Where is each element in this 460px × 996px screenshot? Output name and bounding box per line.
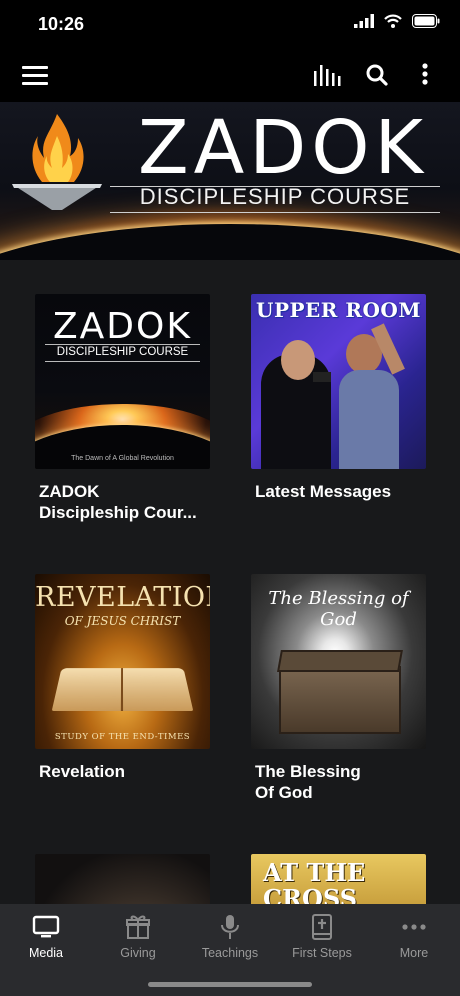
media-thumbnail: REVELATION OF JESUS CHRIST STUDY OF THE … (35, 574, 210, 749)
status-time: 10:26 (38, 14, 85, 34)
microphone-icon (221, 915, 239, 939)
tab-more[interactable]: More (368, 912, 460, 960)
equalizer-icon[interactable] (313, 62, 341, 88)
media-card-latest-messages[interactable]: UPPER ROOM Latest Messages (251, 294, 426, 502)
thumb-title: AT THE CROSS (263, 858, 366, 905)
banner-subtitle: DISCIPLESHIP COURSE (139, 184, 411, 209)
more-vertical-icon[interactable] (420, 62, 430, 88)
media-thumbnail: The Blessing of God (251, 574, 426, 749)
media-grid: ZADOK DISCIPLESHIP COURSE The Dawn of A … (0, 260, 460, 904)
media-thumbnail: ZADOK DISCIPLESHIP COURSE The Dawn of A … (35, 294, 210, 469)
thumb-subtitle: DISCIPLESHIP COURSE (56, 346, 189, 358)
home-indicator (148, 982, 312, 987)
tab-label: First Steps (292, 946, 352, 960)
tab-giving[interactable]: Giving (92, 912, 184, 960)
hero-banner[interactable]: ZADOK DISCIPLESHIP COURSE (0, 102, 460, 260)
media-thumbnail (35, 854, 210, 904)
top-app-bar (0, 50, 460, 102)
media-thumbnail: AT THE CROSS (251, 854, 426, 904)
media-card-title: Revelation (39, 762, 125, 781)
media-card-5[interactable] (35, 854, 210, 904)
media-card-zadok[interactable]: ZADOK DISCIPLESHIP COURSE The Dawn of A … (35, 294, 210, 523)
status-bar: 10:26 (0, 0, 460, 50)
media-card-blessing-of-god[interactable]: The Blessing of God The Blessing Of God (251, 574, 426, 803)
battery-icon (412, 14, 440, 28)
status-icons (354, 14, 440, 28)
tv-icon (32, 915, 60, 938)
bible-icon (312, 914, 332, 940)
media-card-title: ZADOK Discipleship Cour... (39, 482, 197, 522)
thumb-title: The Blessing of God (268, 588, 409, 630)
thumb-title: ZADOK (53, 306, 192, 347)
media-card-title: The Blessing Of God (255, 762, 361, 802)
hamburger-icon[interactable] (22, 66, 48, 86)
thumb-title: REVELATION (35, 582, 210, 613)
more-horizontal-icon (402, 924, 426, 930)
search-icon[interactable] (365, 62, 389, 88)
wifi-icon (384, 14, 402, 28)
flame-logo (12, 114, 102, 210)
tab-label: More (399, 946, 429, 960)
thumb-subtitle: OF JESUS CHRIST (64, 614, 181, 628)
banner-rule-bottom (110, 212, 440, 213)
tab-media[interactable]: Media (0, 912, 92, 960)
thumb-tagline: The Dawn of A Global Revolution (71, 455, 174, 462)
tab-teachings[interactable]: Teachings (184, 912, 276, 960)
gift-icon (126, 915, 150, 939)
media-thumbnail: UPPER ROOM (251, 294, 426, 469)
tab-label: Giving (120, 946, 156, 960)
banner-horizon (0, 224, 460, 260)
media-card-revelation[interactable]: REVELATION OF JESUS CHRIST STUDY OF THE … (35, 574, 210, 782)
tab-label: Teachings (201, 946, 259, 960)
tab-label: Media (28, 946, 64, 960)
tab-first-steps[interactable]: First Steps (276, 912, 368, 960)
thumb-title: UPPER ROOM (256, 298, 421, 322)
media-card-title: Latest Messages (255, 482, 392, 501)
cellular-signal-icon (354, 14, 374, 28)
banner-title: ZADOK (137, 105, 429, 191)
media-card-at-the-cross[interactable]: AT THE CROSS (251, 854, 426, 904)
thumb-footer: STUDY OF THE END-TIMES (54, 732, 191, 742)
